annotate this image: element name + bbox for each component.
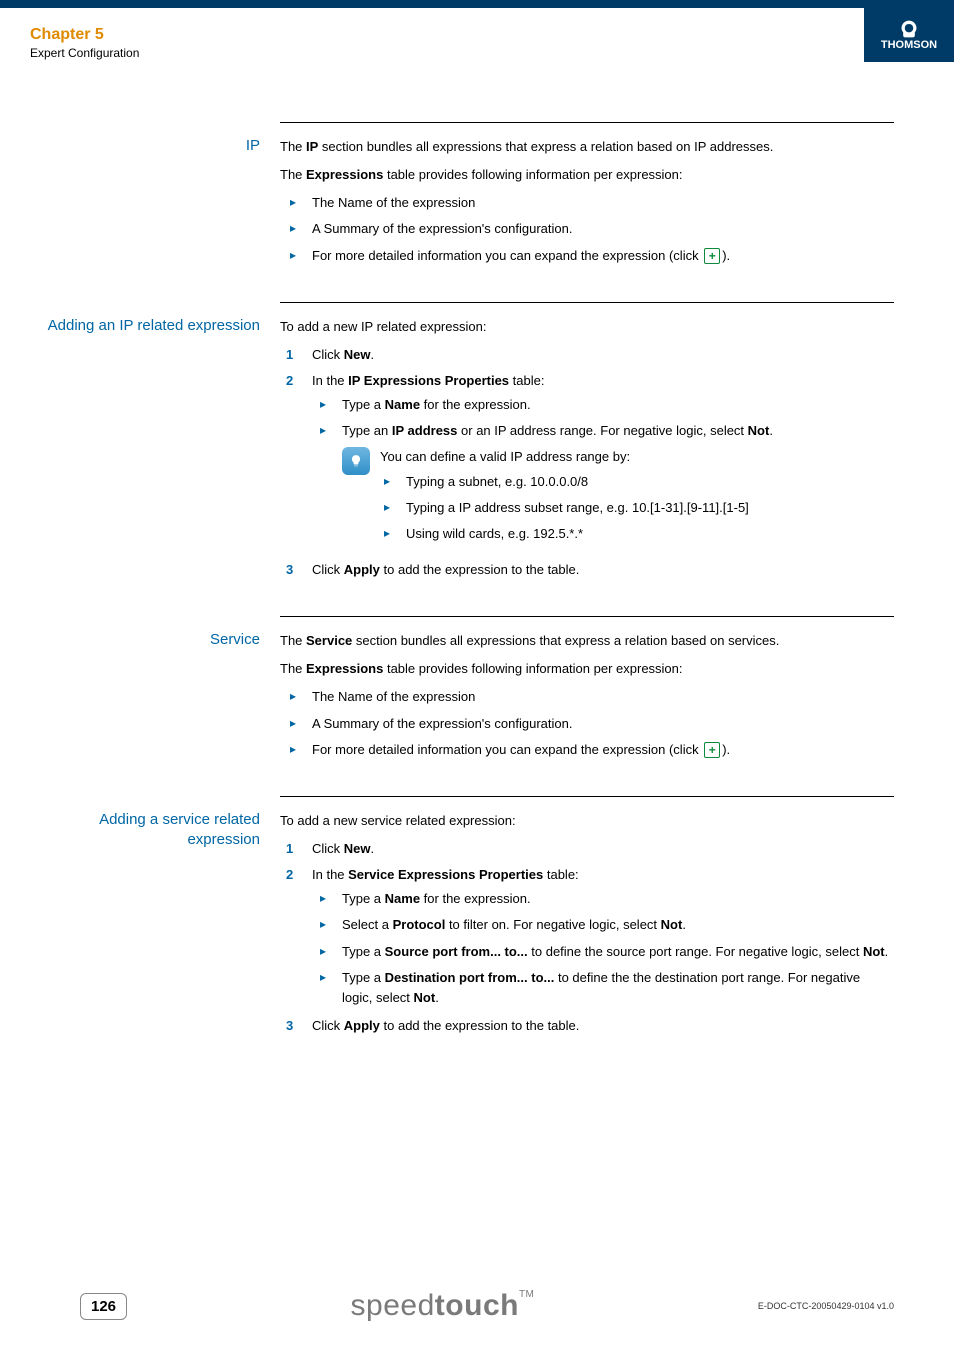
addip-s2-li2: Type an IP address or an IP address rang… — [316, 421, 894, 552]
top-bar — [0, 0, 954, 8]
addip-intro: To add a new IP related expression: — [280, 317, 894, 337]
section-ip: IP The IP section bundles all expression… — [30, 122, 894, 274]
addservice-s2-li1: Type a Name for the expression. — [316, 889, 894, 909]
addservice-s2-li3: Type a Source port from... to... to defi… — [316, 942, 894, 962]
section-body-addservice: To add a new service related expression:… — [280, 796, 894, 1044]
addservice-step2-list: Type a Name for the expression. Select a… — [316, 889, 894, 1008]
header-left: Chapter 5 Expert Configuration — [30, 26, 139, 60]
tip-box: You can define a valid IP address range … — [342, 447, 894, 552]
service-p2: The Expressions table provides following… — [280, 659, 894, 679]
page-number: 126 — [80, 1293, 127, 1320]
tip-li2: Typing a IP address subset range, e.g. 1… — [380, 498, 894, 518]
section-label-addservice: Adding a service related expression — [30, 796, 280, 1044]
addip-step1: Click New. — [280, 345, 894, 365]
section-addservice: Adding a service related expression To a… — [30, 796, 894, 1044]
service-p1: The Service section bundles all expressi… — [280, 631, 894, 651]
addip-step3: Click Apply to add the expression to the… — [280, 560, 894, 580]
ip-p1: The IP section bundles all expressions t… — [280, 137, 894, 157]
addip-steps: Click New. In the IP Expressions Propert… — [280, 345, 894, 580]
addservice-step2: In the Service Expressions Properties ta… — [280, 865, 894, 1008]
ip-li1: The Name of the expression — [280, 193, 894, 213]
addip-step2-list: Type a Name for the expression. Type an … — [316, 395, 894, 552]
section-label-addip: Adding an IP related expression — [30, 302, 280, 588]
lightbulb-icon — [342, 447, 370, 475]
section-body-service: The Service section bundles all expressi… — [280, 616, 894, 768]
brand-name: THOMSON — [881, 39, 937, 51]
service-li2: A Summary of the expression's configurat… — [280, 714, 894, 734]
doc-reference: E-DOC-CTC-20050429-0104 v1.0 — [758, 1301, 894, 1311]
ip-p2: The Expressions table provides following… — [280, 165, 894, 185]
addservice-step3: Click Apply to add the expression to the… — [280, 1016, 894, 1036]
ip-li2: A Summary of the expression's configurat… — [280, 219, 894, 239]
page-header: Chapter 5 Expert Configuration THOMSON — [0, 8, 954, 62]
expand-icon: + — [704, 248, 720, 264]
addservice-s2-li4: Type a Destination port from... to... to… — [316, 968, 894, 1008]
addip-s2-li1: Type a Name for the expression. — [316, 395, 894, 415]
brand-logo: THOMSON — [864, 8, 954, 62]
ip-li3: For more detailed information you can ex… — [280, 246, 894, 266]
addservice-step1: Click New. — [280, 839, 894, 859]
section-body-addip: To add a new IP related expression: Clic… — [280, 302, 894, 588]
service-li1: The Name of the expression — [280, 687, 894, 707]
tip-body: You can define a valid IP address range … — [380, 447, 894, 552]
service-li3: For more detailed information you can ex… — [280, 740, 894, 760]
section-label-ip: IP — [30, 122, 280, 274]
addservice-s2-li2: Select a Protocol to filter on. For nega… — [316, 915, 894, 935]
section-body-ip: The IP section bundles all expressions t… — [280, 122, 894, 274]
page-footer: 126 speedtouchTM E-DOC-CTC-20050429-0104… — [0, 1289, 954, 1323]
thomson-icon — [898, 19, 920, 39]
section-service: Service The Service section bundles all … — [30, 616, 894, 768]
tip-li1: Typing a subnet, e.g. 10.0.0.0/8 — [380, 472, 894, 492]
chapter-subtitle: Expert Configuration — [30, 46, 139, 60]
section-addip: Adding an IP related expression To add a… — [30, 302, 894, 588]
expand-icon: + — [704, 742, 720, 758]
ip-list: The Name of the expression A Summary of … — [280, 193, 894, 265]
section-label-service: Service — [30, 616, 280, 768]
content-area: IP The IP section bundles all expression… — [0, 62, 954, 1044]
speedtouch-logo: speedtouchTM — [351, 1289, 535, 1323]
tip-li3: Using wild cards, e.g. 192.5.*.* — [380, 524, 894, 544]
chapter-title: Chapter 5 — [30, 26, 139, 44]
service-list: The Name of the expression A Summary of … — [280, 687, 894, 759]
tip-intro: You can define a valid IP address range … — [380, 447, 894, 467]
addservice-intro: To add a new service related expression: — [280, 811, 894, 831]
addservice-steps: Click New. In the Service Expressions Pr… — [280, 839, 894, 1036]
addip-step2: In the IP Expressions Properties table: … — [280, 371, 894, 552]
tip-list: Typing a subnet, e.g. 10.0.0.0/8 Typing … — [380, 472, 894, 544]
